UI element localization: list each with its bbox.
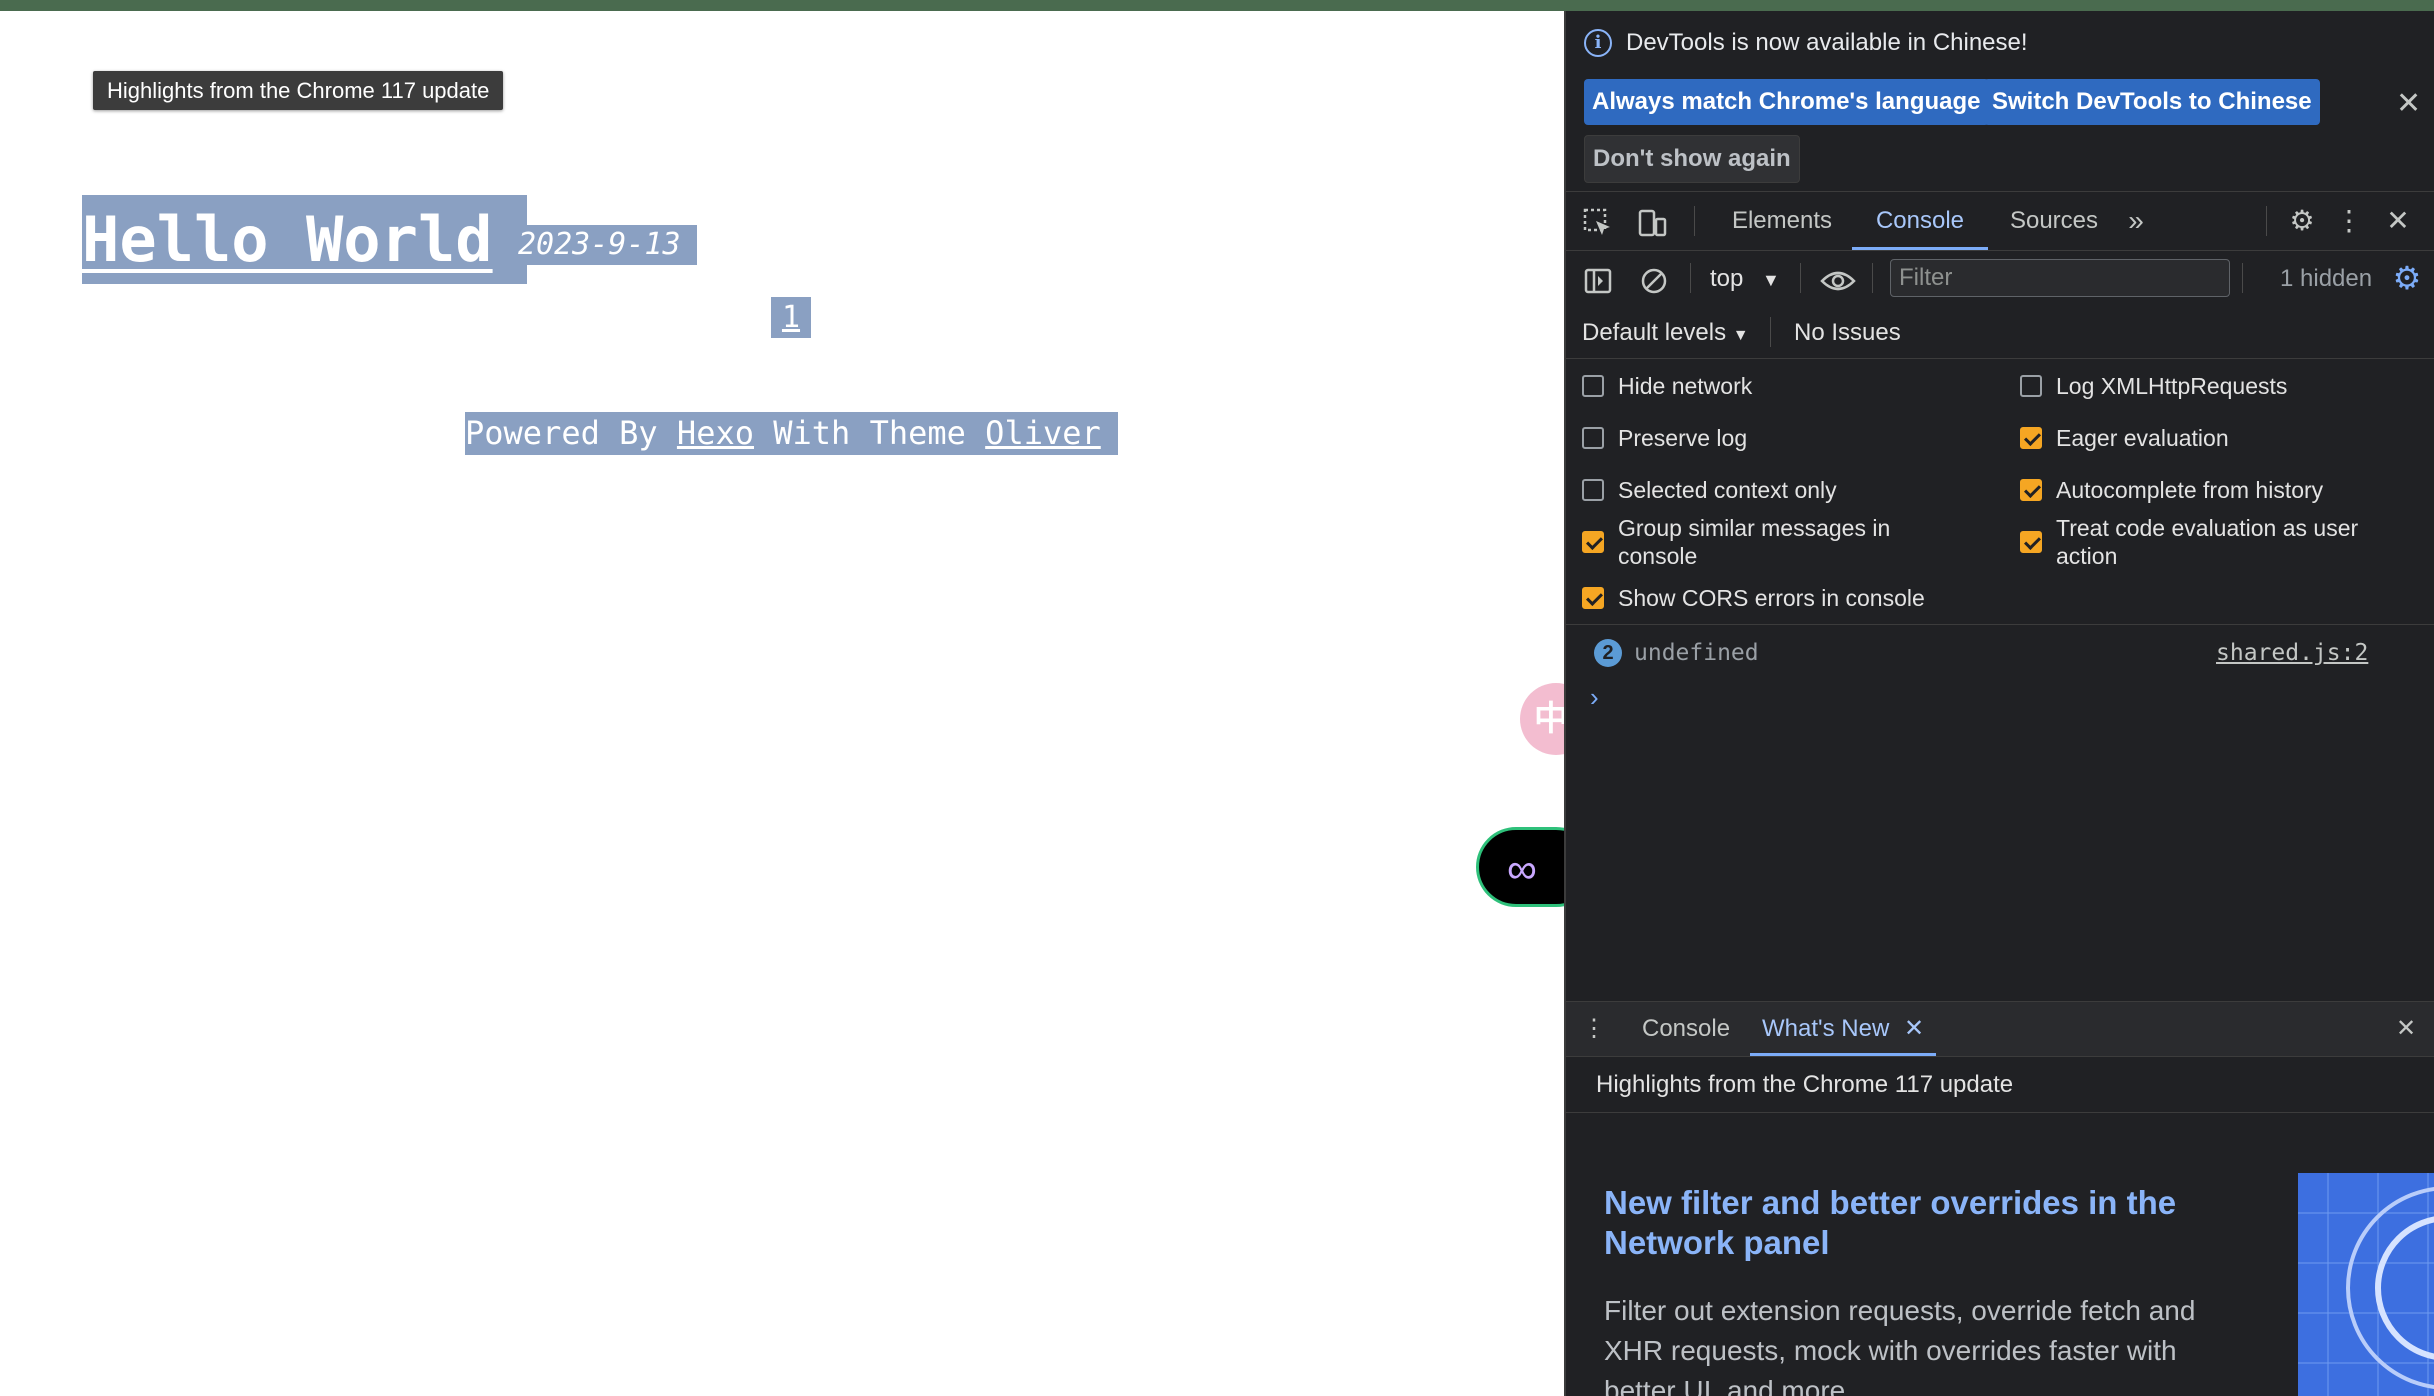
drawer-tab-whats-new-label: What's New bbox=[1762, 1015, 1890, 1042]
chevron-down-icon: ▼ bbox=[1762, 270, 1780, 290]
article-thumbnail[interactable] bbox=[2298, 1173, 2434, 1396]
eager-evaluation-checkbox[interactable] bbox=[2020, 427, 2042, 449]
show-cors-label: Show CORS errors in console bbox=[1618, 585, 1925, 611]
whats-new-body: New filter and better overrides in the N… bbox=[1566, 1113, 2434, 1396]
post-title-link[interactable]: Hello World bbox=[82, 203, 493, 276]
whats-new-header: Highlights from the Chrome 117 update bbox=[1566, 1057, 2434, 1113]
autocomplete-history-label: Autocomplete from history bbox=[2056, 477, 2324, 503]
selected-context-label: Selected context only bbox=[1618, 477, 1837, 503]
console-message-text: undefined bbox=[1634, 640, 1759, 666]
devtools-panel: i DevTools is now available in Chinese! … bbox=[1564, 11, 2434, 1396]
device-toolbar-icon[interactable] bbox=[1634, 192, 1670, 250]
selected-context-checkbox[interactable] bbox=[1582, 479, 1604, 501]
whats-new-header-text: Highlights from the Chrome 117 update bbox=[1596, 1071, 2014, 1098]
hexo-link[interactable]: Hexo bbox=[677, 414, 754, 452]
devtools-toolbar: Elements Console Sources » ⚙ ⋮ ✕ bbox=[1566, 191, 2434, 251]
group-similar-label: Group similar messages in console bbox=[1618, 515, 1891, 569]
drawer-tab-whats-new[interactable]: What's New ✕ bbox=[1750, 1002, 1936, 1056]
treat-code-eval-checkbox[interactable] bbox=[2020, 531, 2042, 553]
match-language-button[interactable]: Always match Chrome's language bbox=[1584, 79, 1989, 125]
console-prompt-icon[interactable]: › bbox=[1590, 681, 1599, 713]
console-output[interactable]: 2 undefined shared.js:2 › bbox=[1566, 625, 2434, 1001]
toolbar-divider bbox=[1694, 206, 1695, 236]
drawer-menu-icon[interactable]: ⋮ bbox=[1582, 1002, 1606, 1056]
toolbar-divider bbox=[1770, 317, 1771, 347]
browser-top-bar bbox=[0, 0, 2434, 11]
switch-to-chinese-button[interactable]: Switch DevTools to Chinese bbox=[1984, 79, 2320, 125]
issues-counter[interactable]: No Issues bbox=[1794, 317, 1901, 349]
kebab-menu-icon[interactable]: ⋮ bbox=[2334, 192, 2364, 250]
clear-console-icon[interactable] bbox=[1636, 251, 1672, 307]
post-date: 2023-9-13 bbox=[518, 225, 697, 265]
eager-evaluation-label: Eager evaluation bbox=[2056, 425, 2229, 451]
language-banner-message: DevTools is now available in Chinese! bbox=[1626, 29, 2028, 56]
hide-network-label: Hide network bbox=[1618, 373, 1753, 399]
tab-console[interactable]: Console bbox=[1852, 192, 1988, 250]
close-drawer-icon[interactable]: ✕ bbox=[2396, 1002, 2416, 1056]
console-toolbar: top ▼ Filter 1 hidden ⚙ bbox=[1566, 251, 2434, 307]
article-title[interactable]: New filter and better overrides in the N… bbox=[1604, 1183, 2224, 1263]
drawer-tab-console[interactable]: Console bbox=[1642, 1002, 1730, 1056]
console-settings: Hide network Log XMLHttpRequests Preserv… bbox=[1566, 359, 2434, 625]
repeat-count-badge: 2 bbox=[1594, 639, 1622, 667]
oliver-link[interactable]: Oliver bbox=[985, 414, 1101, 452]
preserve-log-checkbox[interactable] bbox=[1582, 427, 1604, 449]
show-cors-checkbox[interactable] bbox=[1582, 587, 1604, 609]
close-icon[interactable]: ✕ bbox=[2396, 89, 2421, 119]
inspect-element-icon[interactable] bbox=[1580, 192, 1616, 250]
info-icon: i bbox=[1584, 29, 1612, 57]
gear-icon[interactable]: ⚙ bbox=[2282, 192, 2322, 250]
context-select-value: top bbox=[1710, 265, 1744, 292]
close-tab-icon[interactable]: ✕ bbox=[1904, 1015, 1924, 1042]
footer-powered-by: Powered By bbox=[465, 414, 677, 452]
log-levels-label: Default levels bbox=[1582, 319, 1727, 346]
toolbar-divider bbox=[2266, 206, 2267, 236]
console-toolbar-row-2: Default levels ▼ No Issues bbox=[1566, 307, 2434, 359]
toolbar-divider bbox=[1800, 263, 1801, 293]
close-devtools-icon[interactable]: ✕ bbox=[2380, 192, 2416, 250]
tooltip: Highlights from the Chrome 117 update bbox=[93, 71, 504, 110]
translate-icon[interactable]: 中 bbox=[1520, 683, 1564, 755]
group-similar-checkbox[interactable] bbox=[1582, 531, 1604, 553]
tab-elements[interactable]: Elements bbox=[1716, 192, 1848, 250]
filter-input[interactable]: Filter bbox=[1890, 259, 2230, 297]
page-viewport: Highlights from the Chrome 117 update He… bbox=[0, 11, 1564, 1396]
dont-show-again-button[interactable]: Don't show again bbox=[1584, 135, 1800, 183]
log-levels-dropdown[interactable]: Default levels ▼ bbox=[1582, 317, 1749, 352]
footer-with-theme: With Theme bbox=[753, 414, 986, 452]
post-title[interactable]: Hello World bbox=[82, 195, 527, 284]
toolbar-divider bbox=[1872, 263, 1873, 293]
toolbar-divider bbox=[2242, 263, 2243, 293]
toolbar-divider bbox=[1690, 263, 1691, 293]
infinity-icon[interactable]: ∞ bbox=[1476, 827, 1564, 907]
hidden-count: 1 hidden bbox=[2280, 265, 2373, 292]
console-settings-gear-icon[interactable]: ⚙ bbox=[2390, 261, 2424, 295]
log-xhr-label: Log XMLHttpRequests bbox=[2056, 373, 2288, 399]
hide-network-checkbox[interactable] bbox=[1582, 375, 1604, 397]
more-tabs-icon[interactable]: » bbox=[2118, 192, 2154, 250]
eye-icon[interactable] bbox=[1818, 251, 1858, 307]
pagination-link[interactable]: 1 bbox=[782, 300, 800, 335]
treat-code-eval-label: Treat code evaluation as user action bbox=[2056, 515, 2359, 569]
site-footer: Powered By Hexo With Theme Oliver bbox=[465, 412, 1118, 455]
tab-sources[interactable]: Sources bbox=[1994, 192, 2114, 250]
caret-down-icon: ▼ bbox=[1732, 327, 1749, 344]
context-select[interactable]: top ▼ bbox=[1710, 263, 1780, 296]
pagination-current[interactable]: 1 bbox=[771, 297, 811, 338]
sidebar-toggle-icon[interactable] bbox=[1580, 251, 1616, 307]
drawer-tabbar: ⋮ Console What's New ✕ ✕ bbox=[1566, 1001, 2434, 1057]
article-description: Filter out extension requests, override … bbox=[1604, 1295, 2196, 1396]
log-xhr-checkbox[interactable] bbox=[2020, 375, 2042, 397]
preserve-log-label: Preserve log bbox=[1618, 425, 1748, 451]
autocomplete-history-checkbox[interactable] bbox=[2020, 479, 2042, 501]
console-source-link[interactable]: shared.js:2 bbox=[2216, 637, 2368, 669]
